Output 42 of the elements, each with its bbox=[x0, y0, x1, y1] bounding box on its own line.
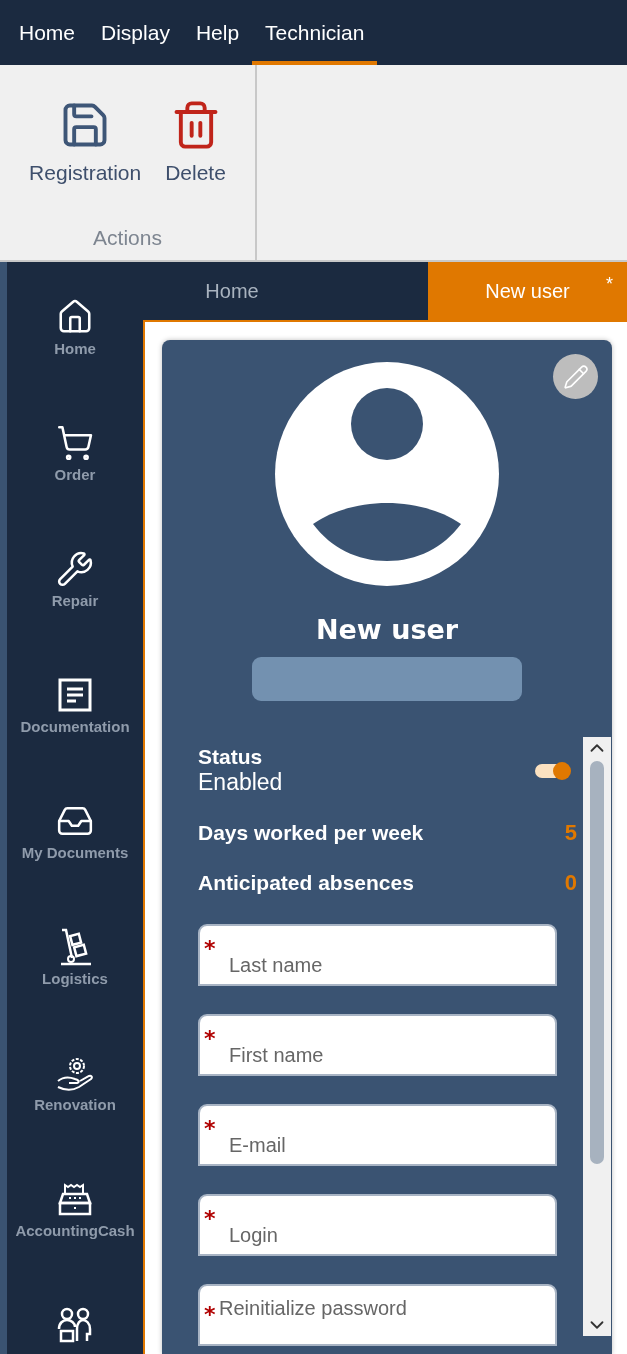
save-button[interactable]: Registration bbox=[25, 99, 146, 185]
scrollbar-thumb[interactable] bbox=[590, 761, 604, 1164]
status-value: Enabled bbox=[198, 769, 283, 796]
delete-button[interactable]: Delete bbox=[161, 99, 230, 185]
required-mark: * bbox=[204, 1304, 216, 1326]
document-tab[interactable]: New user * bbox=[428, 262, 627, 320]
document-tab[interactable]: Home bbox=[143, 262, 321, 320]
sidebar-item[interactable]: Logistics bbox=[7, 926, 143, 1052]
modified-mark: * bbox=[606, 274, 613, 295]
people-icon bbox=[57, 1307, 93, 1343]
wrench-icon bbox=[56, 550, 94, 588]
user-name: New user bbox=[315, 614, 459, 645]
required-mark: * bbox=[204, 1208, 216, 1230]
required-mark: * bbox=[204, 938, 216, 960]
pencil-icon bbox=[562, 363, 589, 390]
stat-label: Anticipated absences bbox=[198, 871, 414, 895]
sidebar-item[interactable]: Documentation bbox=[7, 674, 143, 800]
stat-value: 5 bbox=[564, 820, 577, 846]
sidebar-item[interactable]: Home bbox=[7, 296, 143, 422]
required-mark: * bbox=[204, 1028, 216, 1050]
menu-tab[interactable]: Display bbox=[88, 0, 183, 65]
menu-tab[interactable]: Home bbox=[6, 0, 89, 65]
hand-truck-icon bbox=[58, 928, 92, 966]
avatar-icon bbox=[275, 362, 499, 586]
sidebar-item[interactable]: My Documents bbox=[7, 800, 143, 926]
cash-register-icon bbox=[57, 1182, 93, 1216]
cart-icon bbox=[56, 424, 94, 462]
status-label: Status bbox=[198, 745, 264, 769]
home-icon bbox=[56, 298, 94, 336]
scrollbar[interactable] bbox=[583, 737, 611, 1336]
stat-label: Days worked per week bbox=[198, 821, 424, 845]
sidebar-item[interactable]: Repair bbox=[7, 548, 143, 674]
stat-value: 0 bbox=[564, 870, 577, 896]
sidebar-item[interactable]: Order bbox=[7, 422, 143, 548]
sidebar-item[interactable]: AccountingCash bbox=[7, 1178, 143, 1304]
menu-tab[interactable]: Help bbox=[182, 0, 253, 65]
group-label: Actions bbox=[93, 226, 162, 250]
status-toggle[interactable] bbox=[535, 763, 569, 778]
document-icon bbox=[58, 678, 92, 712]
edit-button[interactable] bbox=[553, 354, 598, 399]
required-mark: * bbox=[204, 1118, 216, 1140]
sidebar-item[interactable]: Renovation bbox=[7, 1052, 143, 1178]
